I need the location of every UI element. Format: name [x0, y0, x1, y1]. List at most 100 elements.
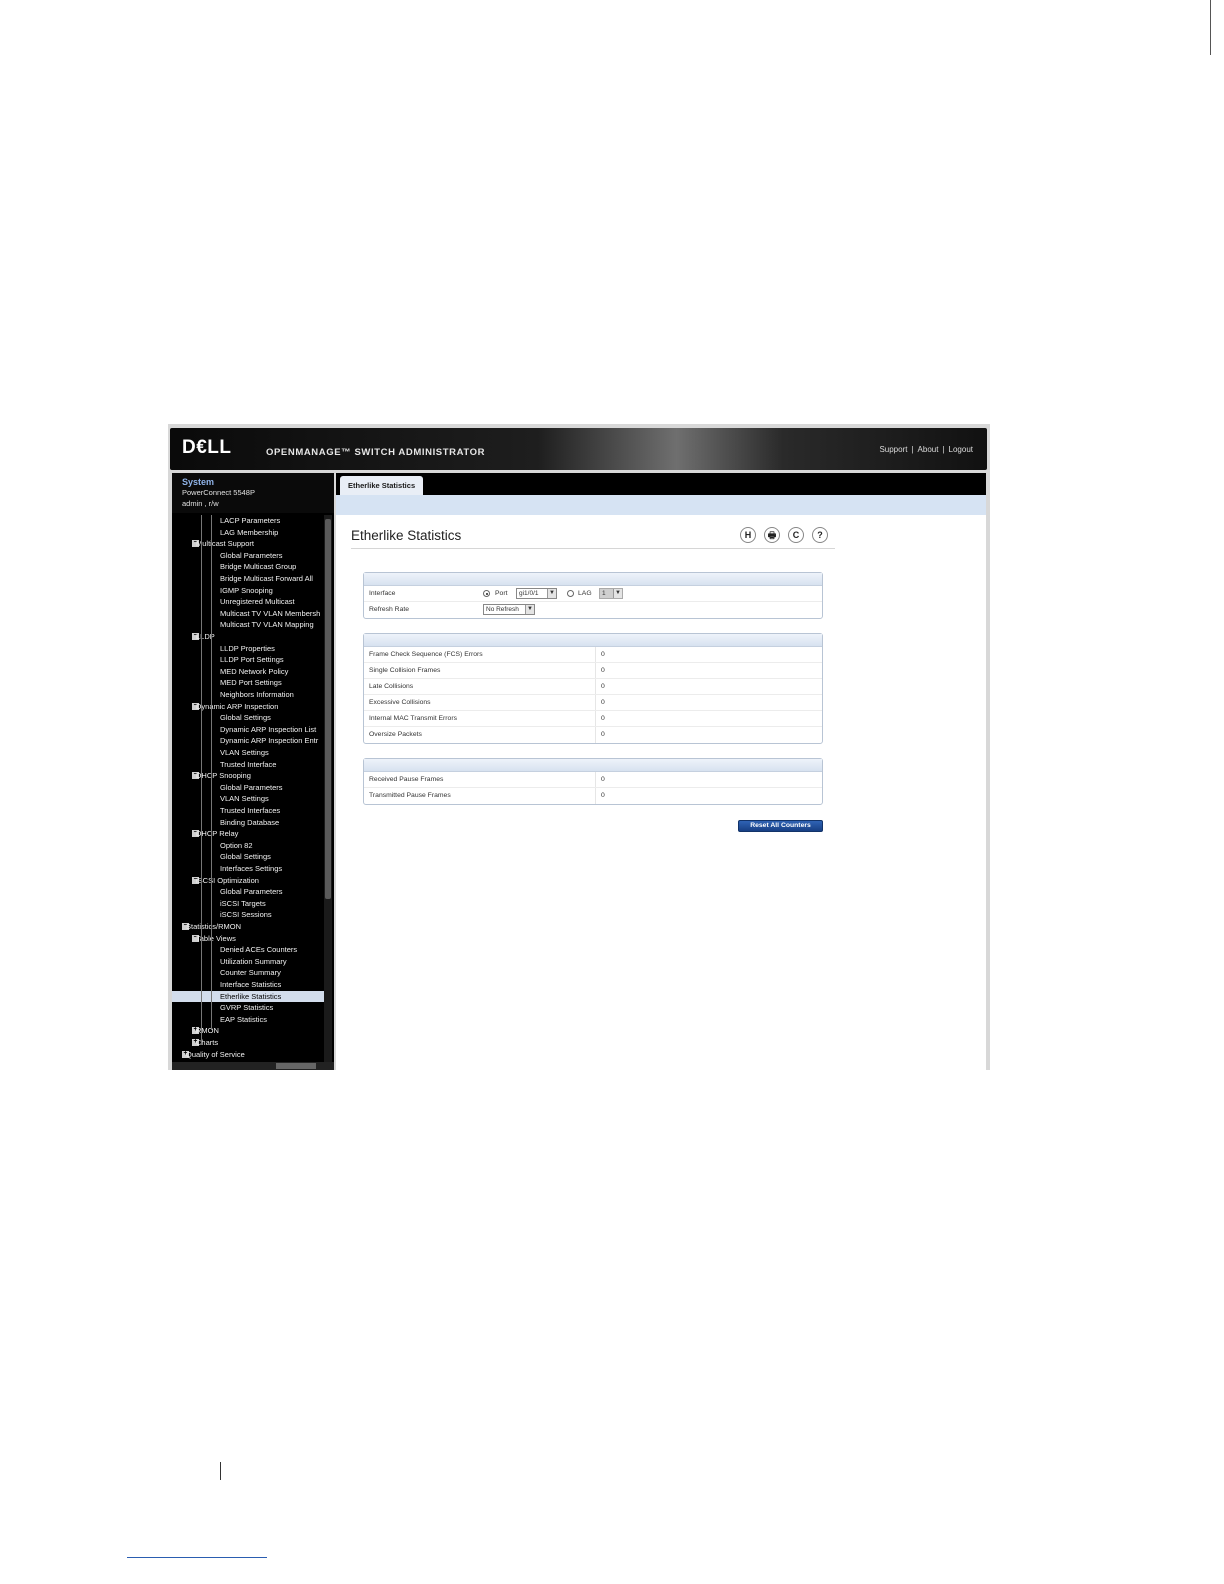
nav-item[interactable]: LACP Parameters [172, 515, 324, 526]
nav-item[interactable]: MED Network Policy [172, 666, 324, 677]
nav-item-label: Option 82 [220, 840, 253, 850]
nav-item[interactable]: + Quality of Service [172, 1049, 324, 1060]
nav-item[interactable]: Global Parameters [172, 550, 324, 561]
lag-radio[interactable] [567, 590, 574, 597]
nav-item[interactable]: MED Port Settings [172, 677, 324, 688]
nav-item[interactable]: Option 82 [172, 840, 324, 851]
panel-header [364, 634, 822, 647]
nav-item[interactable]: Multicast TV VLAN Membersh [172, 608, 324, 619]
nav-item[interactable]: Denied ACEs Counters [172, 944, 324, 955]
nav-item[interactable]: Multicast TV VLAN Mapping [172, 619, 324, 630]
refresh-icon[interactable]: C [788, 527, 804, 543]
sidebar-hscrollbar[interactable] [172, 1062, 334, 1070]
port-label: Port [495, 590, 508, 597]
counter-value: 0 [601, 715, 605, 722]
column-separator [595, 695, 596, 710]
nav-item[interactable]: Binding Database [172, 817, 324, 828]
nav-tree: LACP Parameters LAG Membership − Multicast … [172, 515, 324, 1065]
nav-item-label: Trusted Interfaces [220, 806, 281, 815]
sidebar: System PowerConnect 5548P admin , r/w LA… [172, 473, 334, 1070]
nav-item[interactable]: iSCSI Sessions [172, 909, 324, 920]
nav-item-label: Global Settings [220, 852, 271, 862]
nav-item-label: Global Parameters [220, 887, 283, 897]
counter-row: Frame Check Sequence (FCS) Errors 0 [364, 647, 822, 663]
counter-label: Frame Check Sequence (FCS) Errors [369, 651, 483, 658]
nav-item[interactable]: Interfaces Settings [172, 863, 324, 874]
system-model: PowerConnect 5548P [182, 488, 255, 497]
nav-item[interactable]: iSCSI Targets [172, 898, 324, 909]
nav-item[interactable]: − Dynamic ARP Inspection [172, 701, 324, 712]
nav-item-label: Multicast TV VLAN Mapping [220, 620, 314, 630]
nav-item[interactable]: Global Parameters [172, 886, 324, 897]
nav-item-label: GVRP Statistics [220, 1003, 274, 1013]
nav-item[interactable]: Unregistered Multicast [172, 596, 324, 607]
nav-item[interactable]: + RMON [172, 1025, 324, 1036]
nav-item[interactable]: Global Settings [172, 851, 324, 862]
nav-item[interactable]: Utilization Summary [172, 956, 324, 967]
nav-item[interactable]: + Charts [172, 1037, 324, 1048]
nav-item[interactable]: Bridge Multicast Group [172, 561, 324, 572]
nav-item[interactable]: Neighbors Information [172, 689, 324, 700]
about-link[interactable]: About [918, 445, 939, 454]
nav-item[interactable]: EAP Statistics [172, 1014, 324, 1025]
pause-frames-panel: Received Pause Frames 0 Transmitted Pause … [363, 758, 823, 805]
nav-item[interactable]: − LLDP [172, 631, 324, 642]
nav-item[interactable]: Global Parameters [172, 782, 324, 793]
nav-item[interactable]: LAG Membership [172, 527, 324, 538]
nav-item[interactable]: IGMP Snooping [172, 585, 324, 596]
scroll-thumb[interactable] [325, 519, 331, 899]
nav-item-label: VLAN Settings [220, 794, 269, 804]
nav-item[interactable]: − DHCP Relay [172, 828, 324, 839]
lag-select[interactable]: 1 ▼ [599, 588, 623, 599]
nav-item[interactable]: Trusted Interfaces [172, 805, 324, 816]
system-info: System PowerConnect 5548P admin , r/w [172, 473, 334, 513]
nav-item-label: LAG Membership [220, 527, 279, 537]
nav-item-label: RMON [196, 1026, 219, 1036]
sidebar-scrollbar[interactable] [324, 515, 332, 1062]
column-separator [595, 711, 596, 726]
reset-all-counters-button[interactable]: Reset All Counters [738, 820, 823, 832]
top-links: Support | About | Logout [879, 445, 973, 454]
nav-item[interactable]: VLAN Settings [172, 793, 324, 804]
nav-item[interactable]: Interface Statistics [172, 979, 324, 990]
nav-item[interactable]: Dynamic ARP Inspection Entr [172, 735, 324, 746]
refresh-select[interactable]: No Refresh ▼ [483, 604, 535, 615]
nav-item-label: Bridge Multicast Forward All [220, 574, 313, 583]
port-select[interactable]: gi1/0/1 ▼ [516, 588, 557, 599]
pause-frames-body: Received Pause Frames 0 Transmitted Pause … [364, 772, 822, 804]
tab-etherlike-statistics[interactable]: Etherlike Statistics [340, 476, 424, 495]
nav-item[interactable]: Global Settings [172, 712, 324, 723]
column-separator [595, 772, 596, 787]
hscroll-thumb[interactable] [276, 1063, 316, 1069]
nav-item[interactable]: Trusted Interface [172, 759, 324, 770]
nav-item-label: LLDP Properties [220, 643, 275, 653]
port-radio[interactable] [483, 590, 490, 597]
nav-item[interactable]: Etherlike Statistics [172, 990, 324, 1002]
logout-link[interactable]: Logout [949, 445, 973, 454]
nav-item[interactable]: VLAN Settings [172, 747, 324, 758]
app-header: D€LL OPENMANAGE™ SWITCH ADMINISTRATOR Su… [170, 428, 987, 470]
system-title[interactable]: System [182, 477, 334, 487]
nav-item-label: MED Network Policy [220, 666, 289, 676]
nav-item[interactable]: Bridge Multicast Forward All [172, 573, 324, 584]
panel-header [364, 759, 822, 772]
nav-item[interactable]: − DHCP Snooping [172, 770, 324, 781]
save-icon[interactable]: H [740, 527, 756, 543]
nav-item[interactable]: LLDP Properties [172, 643, 324, 654]
nav-item-label: EAP Statistics [220, 1014, 267, 1024]
nav-item[interactable]: Dynamic ARP Inspection List [172, 724, 324, 735]
nav-item[interactable]: LLDP Port Settings [172, 654, 324, 665]
nav-item[interactable]: − iSCSI Optimization [172, 875, 324, 886]
nav-item[interactable]: Counter Summary [172, 967, 324, 978]
nav-item[interactable]: − Table Views [172, 933, 324, 944]
nav-item[interactable]: − Multicast Support [172, 538, 324, 549]
print-icon[interactable]: 🖶 [764, 527, 780, 543]
tab-bar: Etherlike Statistics [336, 473, 986, 495]
counter-row: Late Collisions 0 [364, 679, 822, 695]
help-icon[interactable]: ? [812, 527, 828, 543]
nav-item[interactable]: − Statistics/RMON [172, 921, 324, 932]
support-link[interactable]: Support [879, 445, 907, 454]
tree-guide-line [211, 515, 212, 1030]
nav-item[interactable]: GVRP Statistics [172, 1002, 324, 1013]
column-separator [595, 727, 596, 743]
